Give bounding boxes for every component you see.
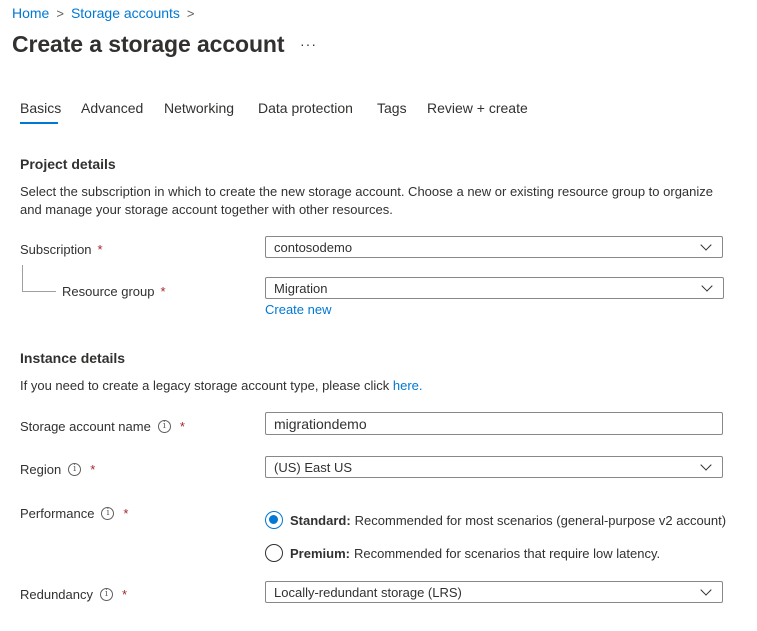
project-details-heading: Project details (20, 156, 116, 172)
required-marker: * (97, 242, 103, 257)
tab-tags[interactable]: Tags (377, 100, 407, 116)
radio-selected-icon[interactable] (265, 511, 283, 529)
performance-standard-option[interactable]: Standard: Recommended for most scenarios… (265, 511, 726, 529)
performance-premium-option[interactable]: Premium: Recommended for scenarios that … (265, 544, 660, 562)
tab-networking[interactable]: Networking (164, 100, 234, 116)
subscription-label-text: Subscription (20, 242, 92, 257)
legacy-description-text: If you need to create a legacy storage a… (20, 378, 393, 393)
breadcrumb-separator: > (186, 5, 195, 21)
create-new-link[interactable]: Create new (265, 302, 331, 317)
info-icon[interactable]: i (157, 420, 171, 433)
performance-standard-desc: Recommended for most scenarios (general-… (354, 512, 727, 528)
breadcrumb: Home > Storage accounts > (12, 5, 202, 21)
region-dropdown[interactable]: (US) East US (265, 456, 723, 478)
legacy-here-link[interactable]: here. (393, 378, 423, 393)
instance-details-heading: Instance details (20, 350, 126, 366)
performance-premium-name: Premium: (290, 545, 350, 561)
required-marker: * (122, 587, 128, 602)
resource-group-value: Migration (274, 280, 328, 296)
performance-label: Performance i * (20, 506, 128, 521)
redundancy-label-text: Redundancy (20, 587, 93, 602)
storage-account-name-value: migrationdemo (274, 415, 367, 432)
tab-review-create[interactable]: Review + create (427, 100, 528, 116)
required-marker: * (90, 462, 96, 477)
performance-standard-name: Standard: (290, 512, 351, 528)
radio-unselected-icon[interactable] (265, 544, 283, 562)
chevron-down-icon (700, 584, 712, 596)
instance-details-description: If you need to create a legacy storage a… (20, 377, 423, 395)
tab-advanced[interactable]: Advanced (81, 100, 143, 116)
info-icon[interactable]: i (68, 463, 82, 476)
resource-group-label-text: Resource group (62, 284, 155, 299)
tree-connector-vertical (22, 265, 23, 291)
more-options-icon[interactable]: ··· (300, 36, 317, 52)
chevron-down-icon (700, 239, 712, 251)
required-marker: * (123, 506, 129, 521)
active-tab-indicator (20, 122, 58, 124)
redundancy-label: Redundancy i * (20, 587, 127, 602)
chevron-down-icon (700, 459, 712, 471)
info-icon[interactable]: i (101, 507, 115, 520)
breadcrumb-home-link[interactable]: Home (12, 5, 49, 21)
storage-account-name-label: Storage account name i * (20, 419, 185, 434)
subscription-label: Subscription * (20, 242, 103, 257)
required-marker: * (179, 419, 185, 434)
chevron-down-icon (701, 280, 713, 292)
redundancy-dropdown[interactable]: Locally-redundant storage (LRS) (265, 581, 723, 603)
tab-basics[interactable]: Basics (20, 100, 61, 116)
region-label: Region i * (20, 462, 95, 477)
redundancy-value: Locally-redundant storage (LRS) (274, 584, 462, 600)
resource-group-dropdown[interactable]: Migration (265, 277, 724, 299)
subscription-value: contosodemo (274, 239, 353, 255)
storage-account-name-input[interactable]: migrationdemo (265, 412, 723, 435)
performance-premium-desc: Recommended for scenarios that require l… (353, 545, 661, 561)
region-value: (US) East US (274, 459, 353, 475)
project-details-description: Select the subscription in which to crea… (20, 184, 714, 217)
subscription-dropdown[interactable]: contosodemo (265, 236, 723, 258)
required-marker: * (160, 284, 166, 299)
info-icon[interactable]: i (100, 588, 113, 601)
tab-data-protection[interactable]: Data protection (258, 100, 353, 116)
tree-connector-horizontal (22, 291, 56, 292)
performance-label-text: Performance (20, 506, 95, 521)
region-label-text: Region (20, 462, 62, 477)
resource-group-label: Resource group * (62, 284, 166, 299)
breadcrumb-separator: > (56, 5, 64, 21)
breadcrumb-storage-accounts-link[interactable]: Storage accounts (71, 5, 180, 21)
page-title: Create a storage account (12, 31, 285, 57)
storage-account-name-label-text: Storage account name (20, 419, 151, 434)
